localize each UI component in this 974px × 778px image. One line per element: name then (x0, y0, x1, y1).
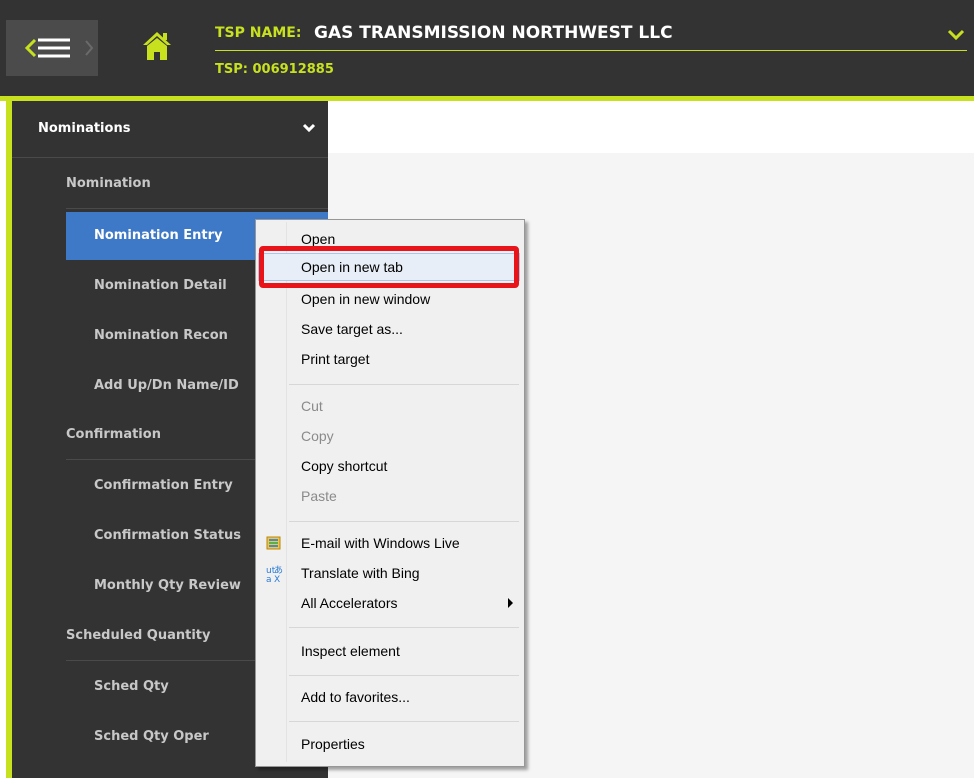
menu-separator (289, 384, 519, 385)
menu-item-save-target-as[interactable]: Save target as... (258, 315, 520, 343)
menu-item-add-to-favorites[interactable]: Add to favorites... (258, 683, 520, 711)
menu-item-open-in-new-window[interactable]: Open in new window (258, 285, 520, 313)
menu-item-open-in-new-tab[interactable]: Open in new tab (258, 253, 520, 281)
menu-item-translate-with-bing[interactable]: ut あ a X Translate with Bing (258, 559, 520, 587)
chevron-down-icon[interactable] (947, 28, 965, 42)
tsp-selector[interactable]: TSP NAME: GAS TRANSMISSION NORTHWEST LLC (215, 22, 967, 51)
menu-item-email-with-windows-live[interactable]: E-mail with Windows Live (258, 529, 520, 557)
menu-separator (289, 521, 519, 522)
home-icon (143, 32, 171, 60)
nav-section-nomination[interactable]: Nomination (66, 159, 328, 209)
menu-separator (289, 721, 519, 722)
chevron-down-icon (302, 123, 316, 133)
menu-item-properties[interactable]: Properties (258, 730, 520, 758)
menu-item-cut: Cut (301, 398, 323, 414)
menu-item-open[interactable]: Open (258, 225, 520, 253)
menu-item-all-accelerators[interactable]: All Accelerators (258, 589, 520, 617)
nav-group-title: Nominations (38, 121, 131, 136)
svg-text:a: a (266, 575, 272, 582)
tsp-name-value: GAS TRANSMISSION NORTHWEST LLC (314, 23, 673, 43)
tsp-name-label: TSP NAME: (215, 25, 302, 41)
menu-item-copy: Copy (301, 428, 334, 444)
menu-item-copy-shortcut[interactable]: Copy shortcut (258, 452, 520, 480)
svg-text:X: X (274, 575, 280, 582)
menu-item-inspect-element[interactable]: Inspect element (258, 637, 520, 665)
menu-item-print-target[interactable]: Print target (258, 345, 520, 373)
menu-toggle-icon (24, 38, 94, 58)
context-menu: Open Open in new tab Open in new window … (255, 219, 525, 767)
windows-live-mail-icon (266, 536, 281, 550)
home-button[interactable] (142, 30, 172, 62)
bing-translate-icon: ut あ a X (266, 565, 283, 582)
menu-separator (289, 627, 519, 628)
tsp-id: TSP: 006912885 (215, 62, 334, 77)
menu-toggle-button[interactable] (6, 20, 98, 76)
submenu-arrow-icon (508, 598, 513, 608)
nav-group-nominations[interactable]: Nominations (12, 101, 328, 158)
menu-item-paste: Paste (301, 488, 337, 504)
menu-separator (289, 675, 519, 676)
app-header: TSP NAME: GAS TRANSMISSION NORTHWEST LLC… (0, 0, 974, 98)
content-toolbar-area (328, 101, 974, 153)
